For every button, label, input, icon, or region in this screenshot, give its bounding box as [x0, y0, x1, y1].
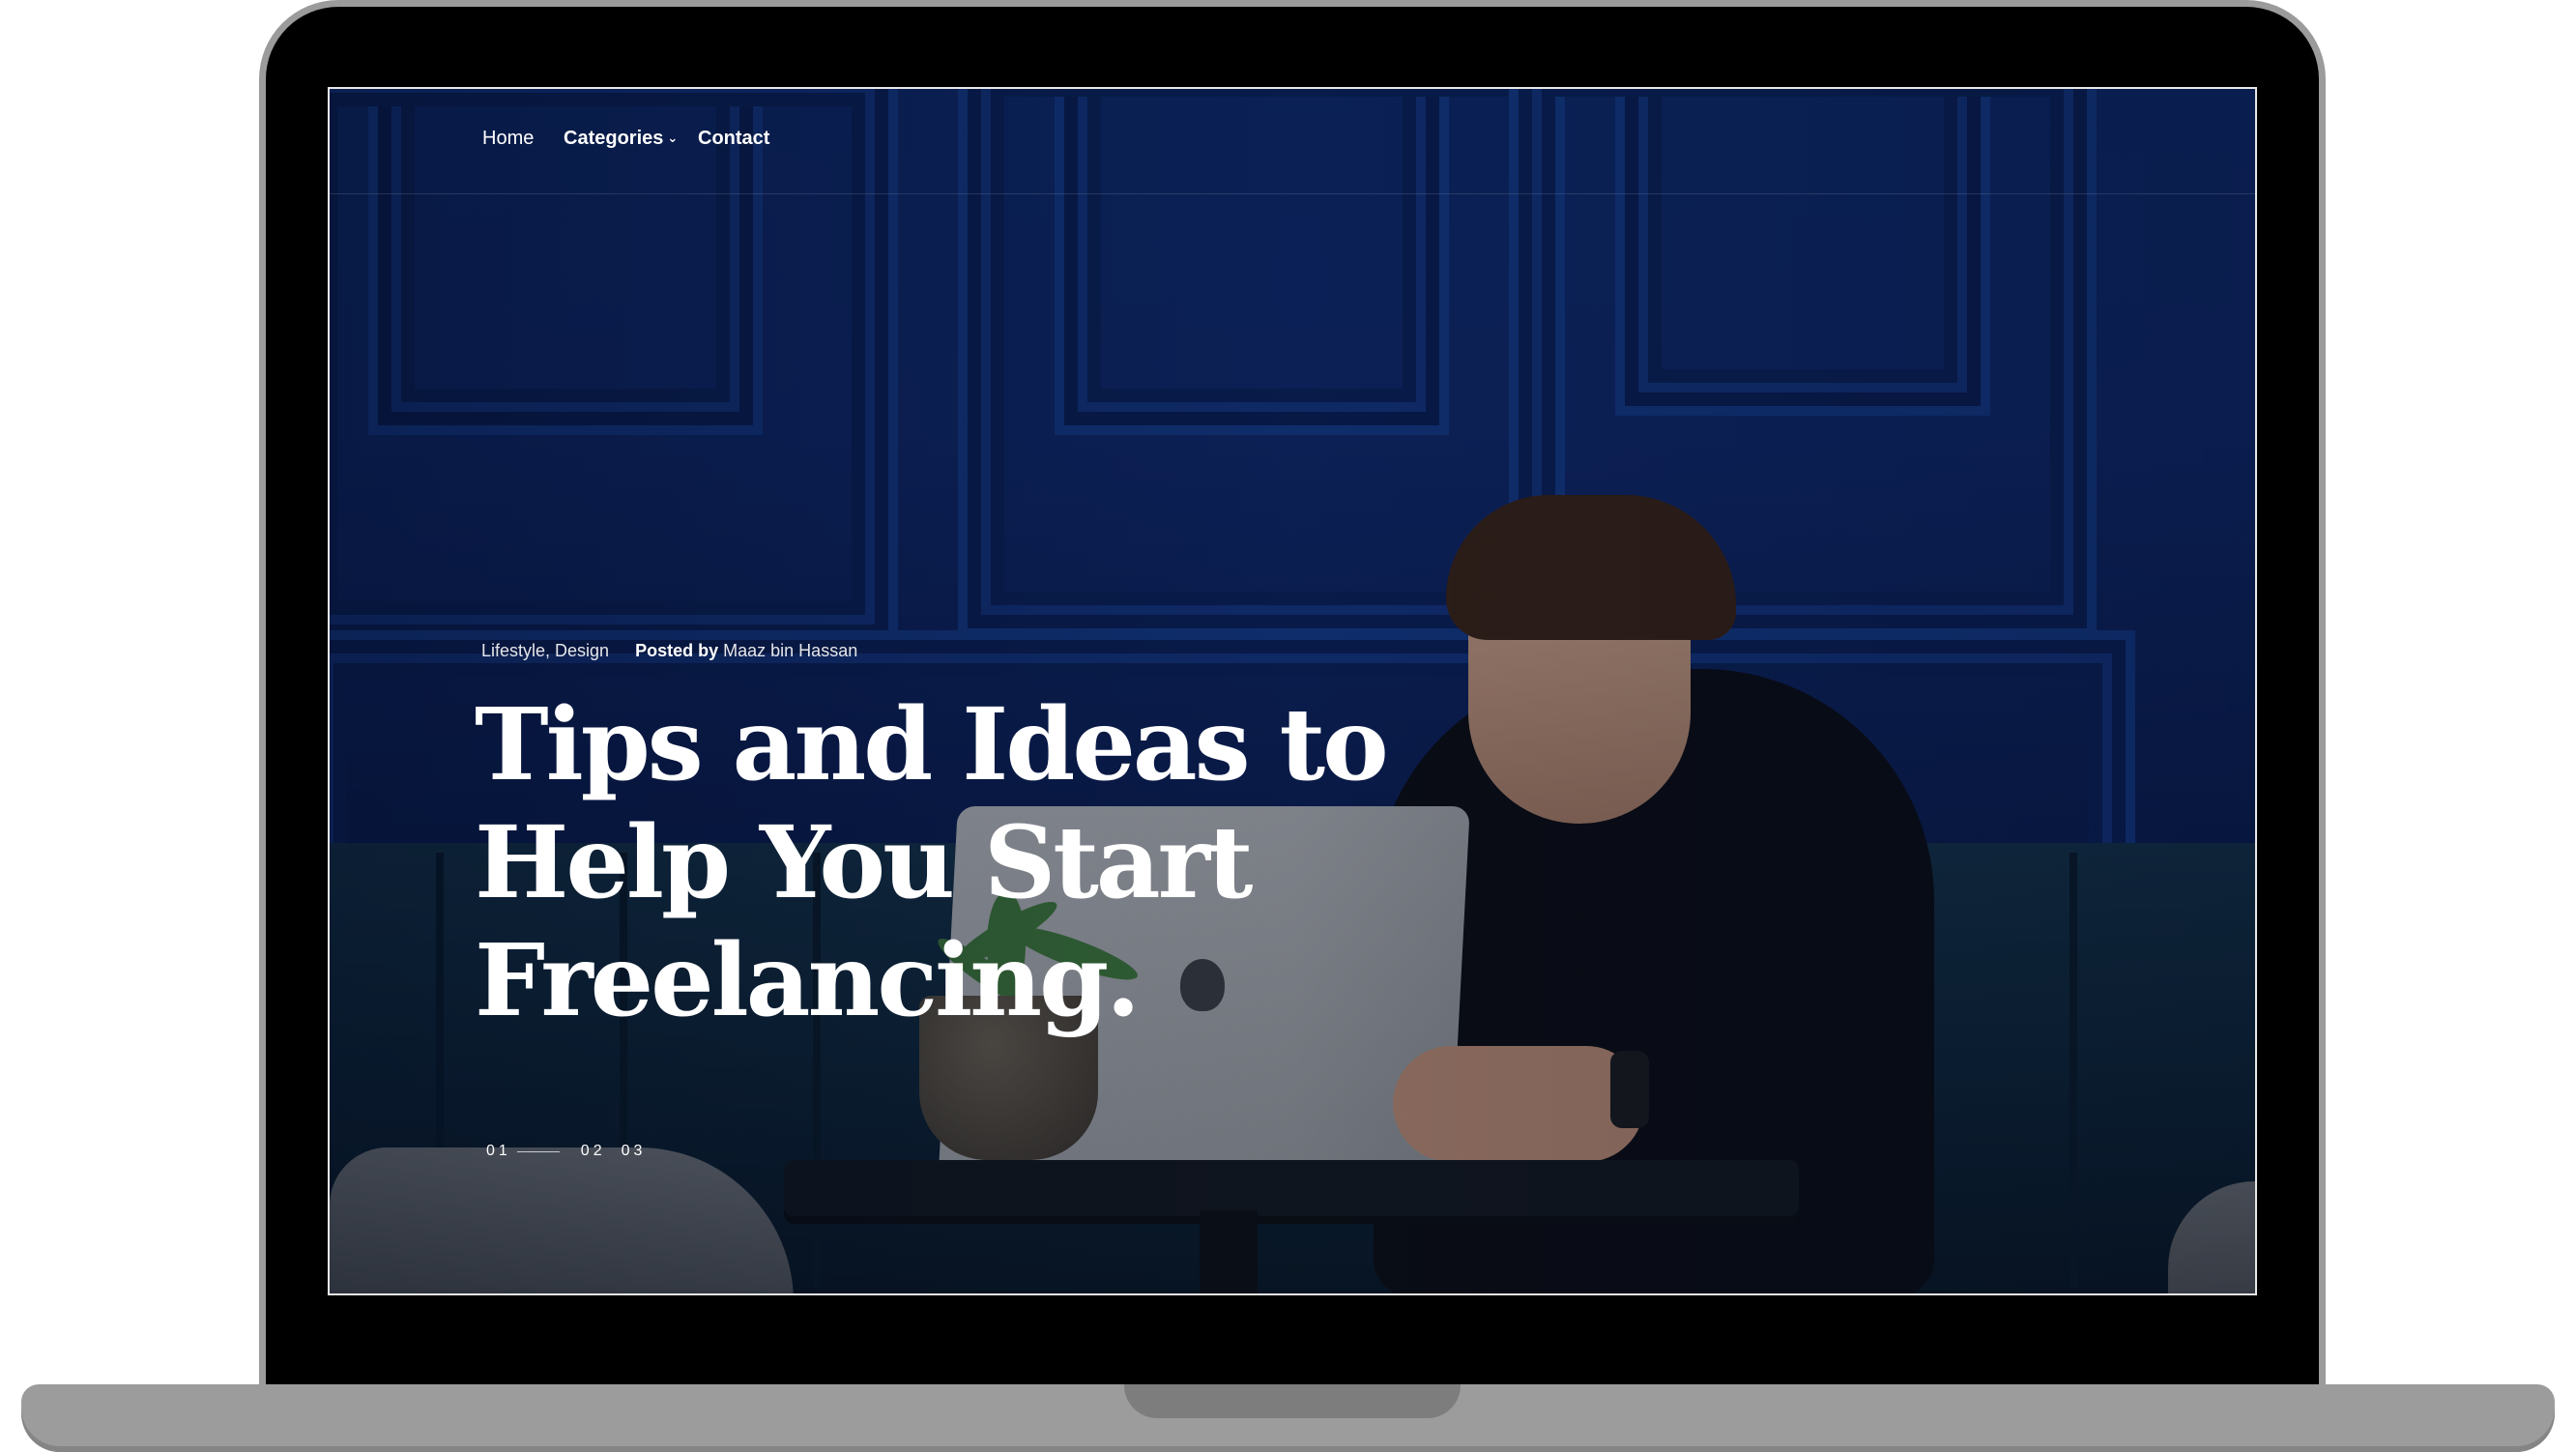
main-navigation: Home Categories ⌄ Contact [330, 89, 2255, 194]
chevron-down-icon: ⌄ [667, 131, 679, 145]
active-slide-indicator [516, 1150, 560, 1152]
post-meta: Lifestyle, Design Posted by Maaz bin Has… [481, 641, 857, 661]
nav-home-link[interactable]: Home [482, 126, 534, 151]
slider-pagination: 01 02 03 [486, 1143, 646, 1160]
post-title-line: Tips and Ideas to [475, 686, 1389, 803]
nav-categories-link[interactable]: Categories ⌄ [564, 126, 678, 151]
laptop-notch [1124, 1384, 1461, 1418]
post-categories-link[interactable]: Lifestyle, Design [481, 641, 609, 660]
post-title-line: Freelancing. [475, 922, 1141, 1039]
slide-3-button[interactable]: 03 [622, 1143, 647, 1160]
nav-categories-label: Categories [564, 128, 664, 149]
posted-by-label: Posted by [635, 641, 719, 660]
post-author-link[interactable]: Maaz bin Hassan [723, 641, 857, 660]
laptop-screen: Home Categories ⌄ Contact Lifestyle, Desi… [328, 87, 2257, 1295]
nav-contact-link[interactable]: Contact [698, 126, 769, 151]
slide-1-button[interactable]: 01 [486, 1143, 511, 1160]
post-title[interactable]: Tips and Ideas to Help You Start Freelan… [475, 686, 1389, 1040]
post-title-line: Help You Start [475, 804, 1253, 921]
slide-2-button[interactable]: 02 [581, 1143, 606, 1160]
